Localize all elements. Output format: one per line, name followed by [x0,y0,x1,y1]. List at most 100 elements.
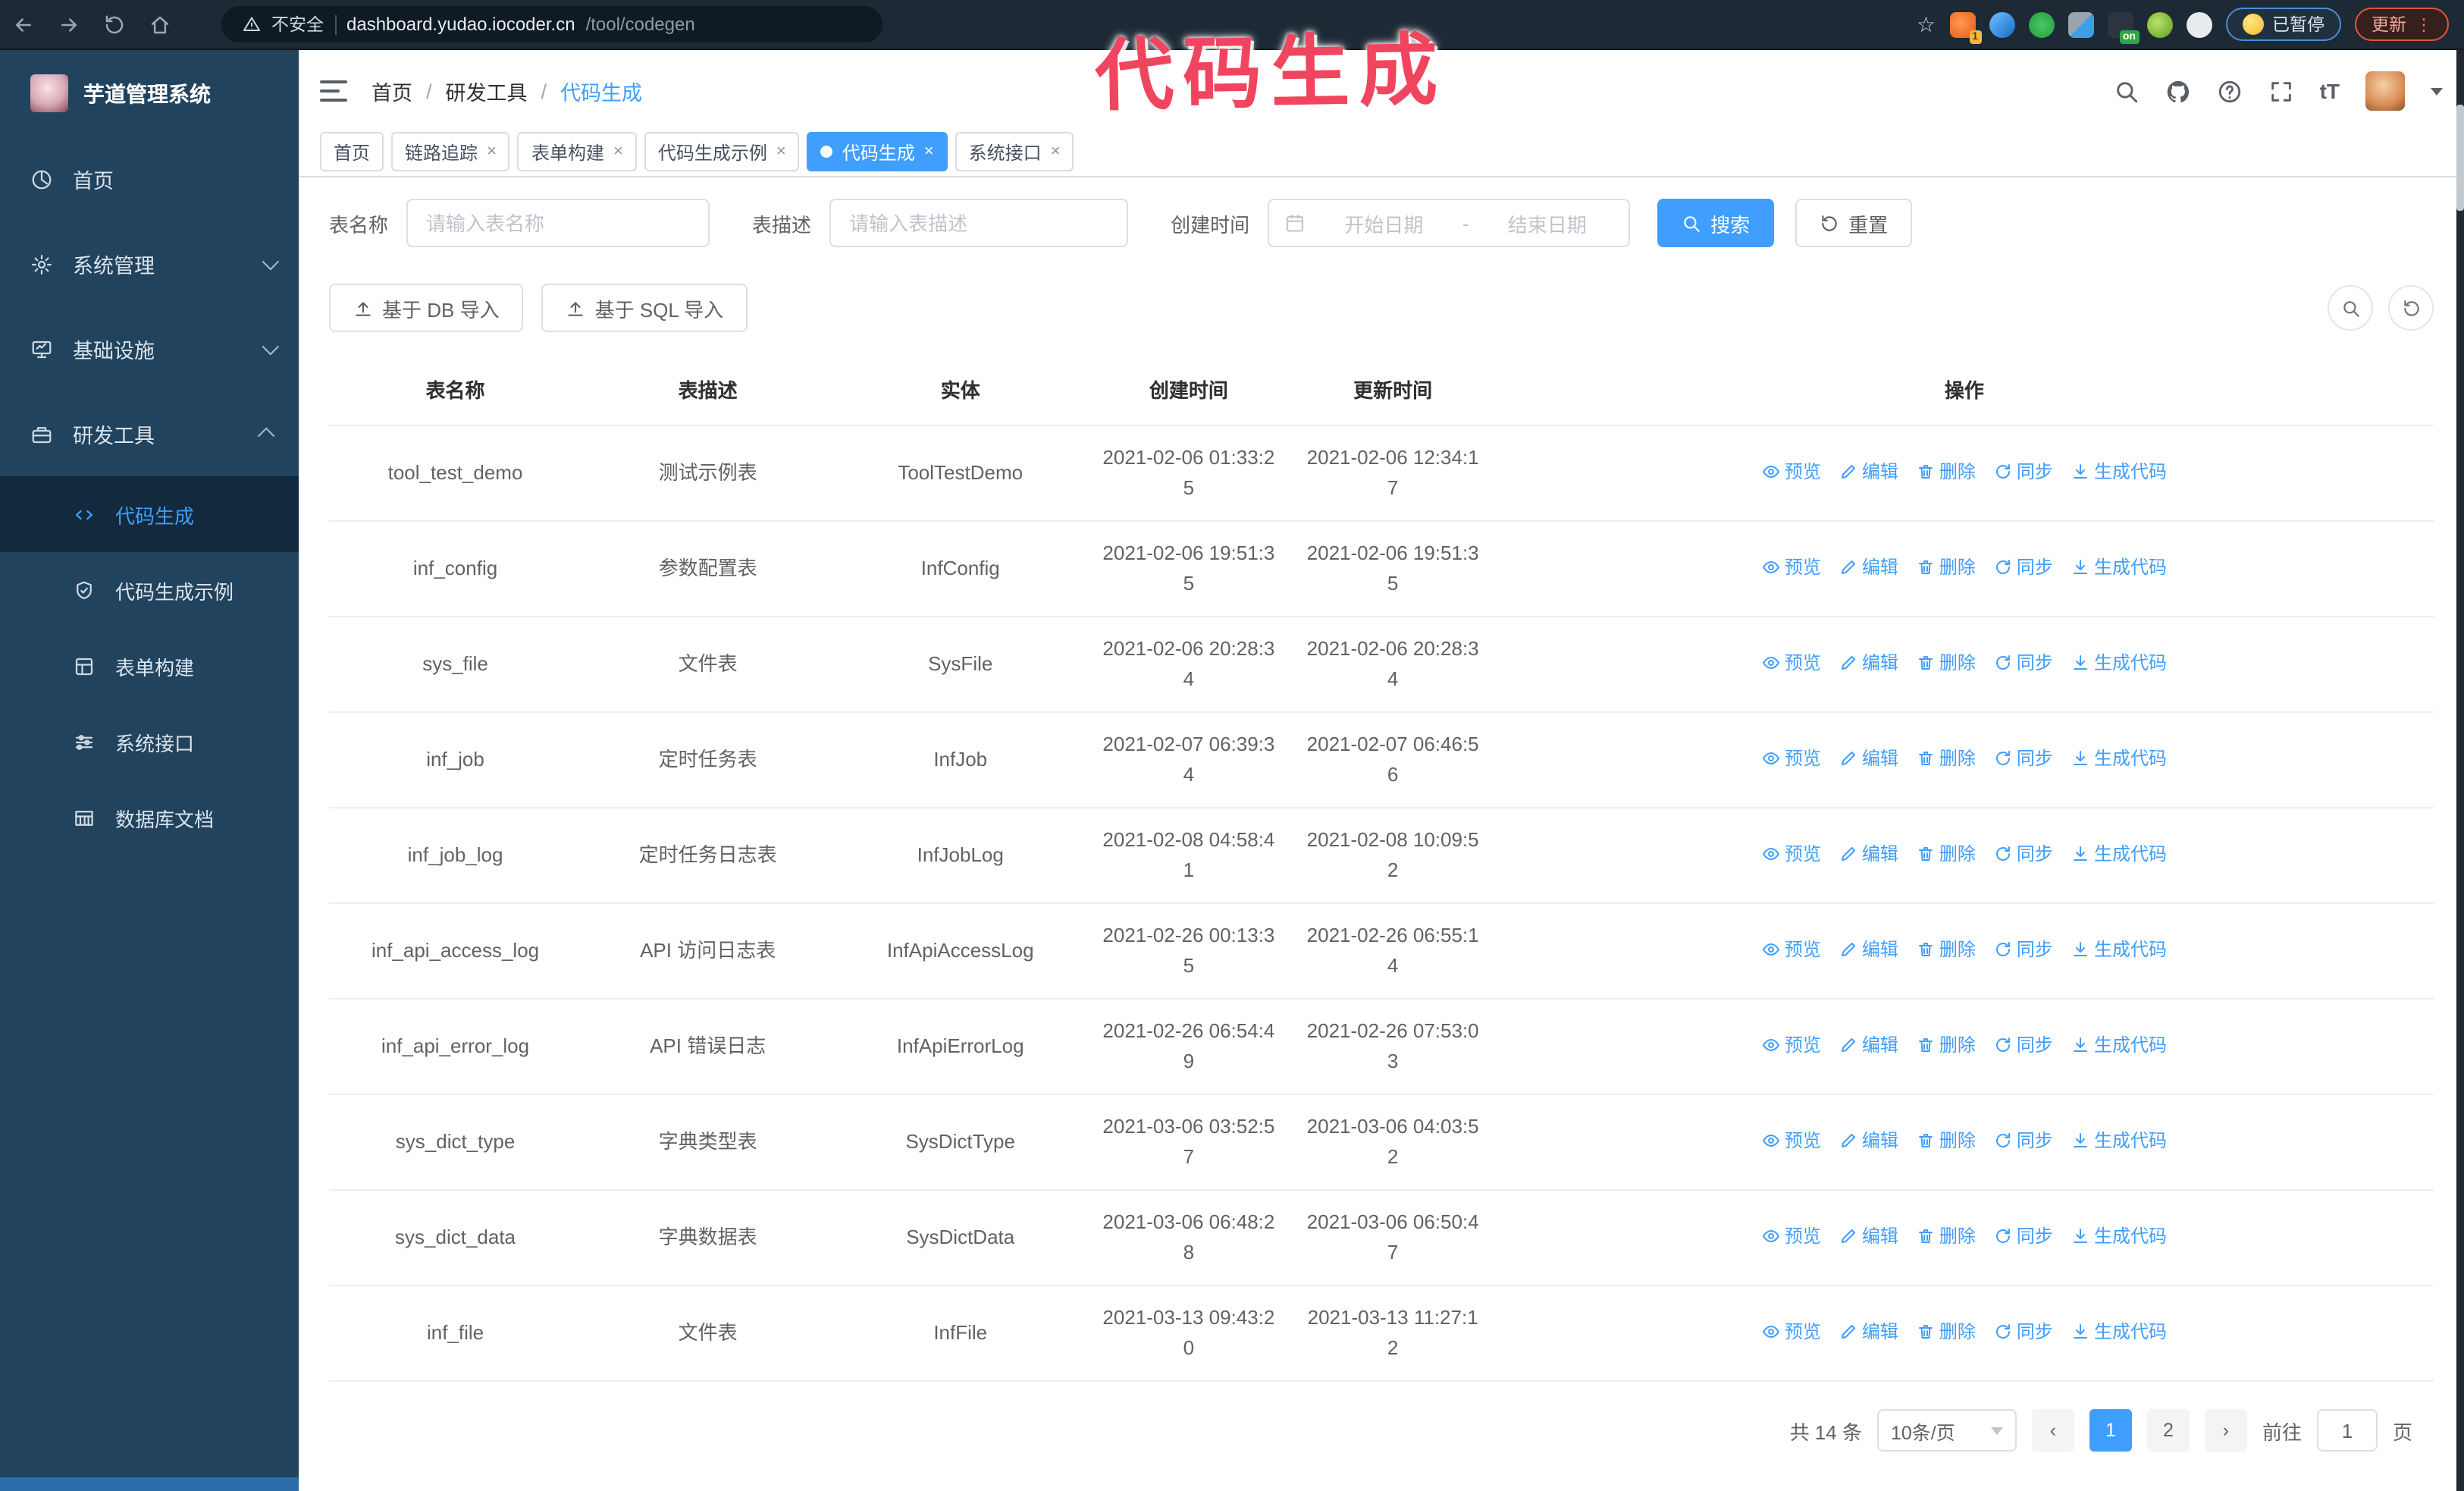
browser-home-button[interactable] [136,6,182,42]
extension-icon-gem[interactable] [1989,11,2014,37]
generate-code-link[interactable]: 生成代码 [2071,1221,2167,1251]
extension-icon-grid[interactable] [2067,11,2093,37]
table-desc-input[interactable] [829,199,1129,247]
extension-icon-orange[interactable]: 1 [1949,11,1981,43]
next-page-button[interactable]: › [2204,1409,2247,1452]
preview-link[interactable]: 预览 [1762,839,1821,869]
generate-code-link[interactable]: 生成代码 [2071,839,2167,869]
page-button-1[interactable]: 1 [2089,1409,2132,1452]
generate-code-link[interactable]: 生成代码 [2071,457,2167,487]
edit-link[interactable]: 编辑 [1839,1125,1898,1156]
sidebar-item-code-generation-example[interactable]: 代码生成示例 [0,552,299,628]
sync-link[interactable]: 同步 [1994,1317,2053,1347]
tab-home[interactable]: 首页 [320,132,384,171]
preview-link[interactable]: 预览 [1762,743,1821,774]
generate-code-link[interactable]: 生成代码 [2071,552,2167,582]
edit-link[interactable]: 编辑 [1839,1317,1898,1347]
sync-link[interactable]: 同步 [1994,1030,2053,1060]
edit-link[interactable]: 编辑 [1839,934,1898,965]
preview-link[interactable]: 预览 [1762,552,1821,582]
sidebar-item-infrastructure[interactable]: 基础设施 [0,306,299,391]
fullscreen-icon[interactable] [2268,78,2294,104]
sidebar-item-home[interactable]: 首页 [0,137,299,221]
close-icon[interactable]: × [924,143,934,160]
edit-link[interactable]: 编辑 [1839,457,1898,487]
extension-icon-dark[interactable]: on [2107,11,2139,43]
edit-link[interactable]: 编辑 [1839,839,1898,869]
delete-link[interactable]: 删除 [1917,457,1976,487]
generate-code-link[interactable]: 生成代码 [2071,1125,2167,1156]
sync-link[interactable]: 同步 [1994,457,2053,487]
delete-link[interactable]: 删除 [1917,648,1976,678]
page-size-select[interactable]: 10条/页 [1876,1409,2017,1452]
delete-link[interactable]: 删除 [1917,1125,1976,1156]
sync-link[interactable]: 同步 [1994,934,2053,965]
help-icon[interactable] [2217,78,2243,104]
sync-link[interactable]: 同步 [1994,648,2053,678]
sync-link[interactable]: 同步 [1994,839,2053,869]
generate-code-link[interactable]: 生成代码 [2071,1317,2167,1347]
table-name-input[interactable] [406,199,710,247]
caret-down-icon[interactable] [2431,87,2443,95]
edit-link[interactable]: 编辑 [1839,648,1898,678]
close-icon[interactable]: × [613,143,623,160]
tab-code-generation[interactable]: 代码生成 × [807,132,948,171]
sidebar-item-form-builder[interactable]: 表单构建 [0,628,299,704]
preview-link[interactable]: 预览 [1762,1221,1821,1251]
sync-link[interactable]: 同步 [1994,552,2053,582]
toggle-search-button[interactable] [2328,285,2373,331]
edit-link[interactable]: 编辑 [1839,1030,1898,1060]
delete-link[interactable]: 删除 [1917,1221,1976,1251]
close-icon[interactable]: × [1051,143,1061,160]
reset-button[interactable]: 重置 [1795,199,1913,247]
extensions-puzzle-icon[interactable] [2186,11,2212,37]
tab-tracing[interactable]: 链路追踪 × [391,132,510,171]
import-sql-button[interactable]: 基于 SQL 导入 [541,284,748,332]
sidebar-item-system-api[interactable]: 系统接口 [0,704,299,780]
sidebar-item-database-docs[interactable]: 数据库文档 [0,780,299,855]
sidebar-item-system-management[interactable]: 系统管理 [0,221,299,306]
preview-link[interactable]: 预览 [1762,457,1821,487]
goto-page-input[interactable] [2316,1409,2378,1452]
breadcrumb-home[interactable]: 首页 [371,76,412,106]
generate-code-link[interactable]: 生成代码 [2071,743,2167,774]
prev-page-button[interactable]: ‹ [2031,1409,2074,1452]
browser-reload-button[interactable] [91,6,136,42]
create-time-range-picker[interactable]: 开始日期 - 结束日期 [1268,199,1631,247]
extension-icon-check-green[interactable] [2028,11,2054,37]
preview-link[interactable]: 预览 [1762,1125,1821,1156]
delete-link[interactable]: 删除 [1917,1030,1976,1060]
preview-link[interactable]: 预览 [1762,648,1821,678]
browser-back-button[interactable] [0,6,45,42]
sync-link[interactable]: 同步 [1994,1125,2053,1156]
refresh-table-button[interactable] [2388,285,2434,331]
extension-icon-green-key[interactable] [2146,11,2172,37]
generate-code-link[interactable]: 生成代码 [2071,934,2167,965]
app-logo-row[interactable]: 芋道管理系统 [0,50,299,137]
preview-link[interactable]: 预览 [1762,934,1821,965]
sidebar-item-dev-tools[interactable]: 研发工具 [0,391,299,476]
sync-link[interactable]: 同步 [1994,1221,2053,1251]
scrollbar-thumb[interactable] [2456,105,2464,211]
font-size-icon[interactable]: tT [2320,79,2340,103]
browser-forward-button[interactable] [45,6,91,42]
scrollbar-track[interactable] [2456,50,2464,1491]
delete-link[interactable]: 删除 [1917,934,1976,965]
tab-system-api[interactable]: 系统接口 × [955,132,1074,171]
profile-paused-badge[interactable]: 已暂停 [2225,8,2341,41]
browser-update-button[interactable]: 更新 ⋮ [2355,8,2449,41]
search-button[interactable]: 搜索 [1657,199,1775,247]
tab-code-generation-example[interactable]: 代码生成示例 × [644,132,800,171]
edit-link[interactable]: 编辑 [1839,552,1898,582]
sidebar-collapse-bar[interactable] [0,1477,299,1491]
preview-link[interactable]: 预览 [1762,1030,1821,1060]
user-avatar[interactable] [2365,71,2405,111]
page-button-2[interactable]: 2 [2146,1409,2190,1452]
search-icon[interactable] [2114,78,2140,104]
tab-form-builder[interactable]: 表单构建 × [517,132,637,171]
edit-link[interactable]: 编辑 [1839,1221,1898,1251]
address-bar[interactable]: 不安全 dashboard.yudao.iocoder.cn/tool/code… [221,6,882,42]
close-icon[interactable]: × [776,143,786,160]
edit-link[interactable]: 编辑 [1839,743,1898,774]
delete-link[interactable]: 删除 [1917,839,1976,869]
